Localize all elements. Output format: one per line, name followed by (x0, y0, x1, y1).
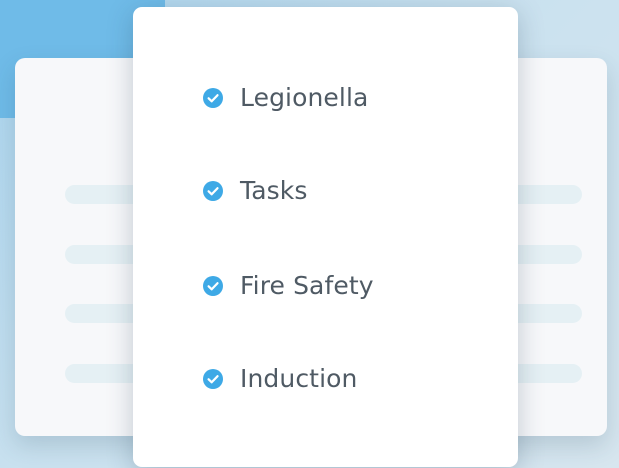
checklist-item-label: Fire Safety (240, 271, 374, 300)
checklist-item-tasks[interactable]: Tasks (203, 176, 307, 205)
checklist-item-fire-safety[interactable]: Fire Safety (203, 271, 374, 300)
check-circle-icon (203, 87, 223, 108)
checklist-item-label: Induction (240, 364, 358, 393)
checklist-item-legionella[interactable]: Legionella (203, 83, 368, 112)
checklist-item-induction[interactable]: Induction (203, 364, 357, 393)
checklist-item-label: Tasks (240, 176, 308, 205)
checklist-item-label: Legionella (240, 83, 369, 112)
checklist-popup: Legionella Tasks Fire Safety Induction (133, 7, 518, 467)
check-circle-icon (203, 368, 223, 389)
check-circle-icon (203, 275, 223, 296)
check-circle-icon (203, 180, 223, 201)
